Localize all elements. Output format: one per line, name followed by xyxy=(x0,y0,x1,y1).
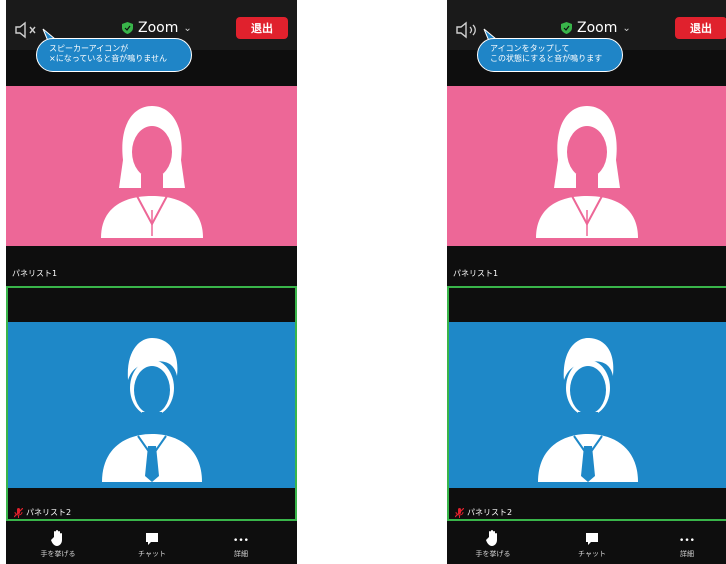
participant-video-2 xyxy=(449,322,726,488)
callout-line-1: スピーカーアイコンが xyxy=(49,44,129,53)
male-avatar-icon xyxy=(537,338,638,482)
chat-label: チャット xyxy=(138,550,166,558)
app-title: Zoom xyxy=(138,20,179,36)
mic-muted-icon xyxy=(14,507,23,518)
more-button[interactable]: ••• 詳細 xyxy=(211,526,271,559)
participant-video-2 xyxy=(8,322,295,488)
participant-name-2: パネリスト2 xyxy=(467,508,513,517)
participant-video-tile-2-active[interactable]: パネリスト2 xyxy=(6,286,297,521)
participant-name-1: パネリスト1 xyxy=(453,269,499,278)
leave-button[interactable]: 退出 xyxy=(236,17,288,39)
raise-hand-icon xyxy=(51,530,62,546)
participant-video-tile-2-active[interactable]: パネリスト2 xyxy=(447,286,726,521)
more-label: 詳細 xyxy=(234,550,248,558)
speaker-muted-icon[interactable] xyxy=(14,20,40,40)
female-avatar-icon xyxy=(100,106,203,238)
chat-button[interactable]: チャット xyxy=(562,526,622,559)
more-label: 詳細 xyxy=(680,550,694,558)
callout-line-2: ×になっていると音が鳴りません xyxy=(49,54,168,63)
raise-hand-button[interactable]: 手を挙げる xyxy=(463,526,523,559)
more-dots-icon: ••• xyxy=(233,536,249,546)
meeting-title[interactable]: Zoom ⌄ xyxy=(122,20,192,36)
bottom-toolbar: 手を挙げる チャット ••• 詳細 xyxy=(6,526,297,564)
zoom-screen-speaker-muted: Zoom ⌄ 退出 スピーカーアイコンが ×になっていると音が鳴りません パネリ… xyxy=(6,0,297,564)
app-title: Zoom xyxy=(577,20,618,36)
more-button[interactable]: ••• 詳細 xyxy=(657,526,717,559)
callout-bubble: アイコンをタップして この状態にすると音が鳴ります xyxy=(477,38,623,72)
leave-button[interactable]: 退出 xyxy=(675,17,726,39)
participant-name-2: パネリスト2 xyxy=(26,508,72,517)
chevron-down-icon: ⌄ xyxy=(183,22,192,34)
shield-icon xyxy=(122,22,133,34)
raise-hand-icon xyxy=(486,530,497,546)
chat-label: チャット xyxy=(578,550,606,558)
participant-name-2-row: パネリスト2 xyxy=(14,507,71,518)
participant-video-tile-1[interactable] xyxy=(6,86,297,246)
bottom-toolbar: 手を挙げる チャット ••• 詳細 xyxy=(447,526,726,564)
zoom-screen-speaker-on: Zoom ⌄ 退出 アイコンをタップして この状態にすると音が鳴ります パネリス… xyxy=(447,0,726,564)
chat-icon xyxy=(146,533,158,545)
male-avatar-icon xyxy=(101,338,202,482)
raise-hand-label: 手を挙げる xyxy=(40,550,76,558)
participant-name-2-row: パネリスト2 xyxy=(455,507,512,518)
female-avatar-icon xyxy=(535,106,638,238)
participant-name-1: パネリスト1 xyxy=(12,269,58,278)
participant-video-tile-1[interactable] xyxy=(447,86,726,246)
callout-bubble: スピーカーアイコンが ×になっていると音が鳴りません xyxy=(36,38,192,72)
shield-icon xyxy=(561,22,572,34)
chevron-down-icon: ⌄ xyxy=(622,22,631,34)
raise-hand-label: 手を挙げる xyxy=(475,550,511,558)
meeting-title[interactable]: Zoom ⌄ xyxy=(561,20,631,36)
more-dots-icon: ••• xyxy=(679,536,695,546)
mic-muted-icon xyxy=(455,507,464,518)
callout-line-2: この状態にすると音が鳴ります xyxy=(490,54,603,63)
chat-button[interactable]: チャット xyxy=(122,526,182,559)
raise-hand-button[interactable]: 手を挙げる xyxy=(28,526,88,559)
chat-icon xyxy=(586,533,598,545)
speaker-on-icon[interactable] xyxy=(455,20,481,40)
callout-line-1: アイコンをタップして xyxy=(490,44,570,53)
